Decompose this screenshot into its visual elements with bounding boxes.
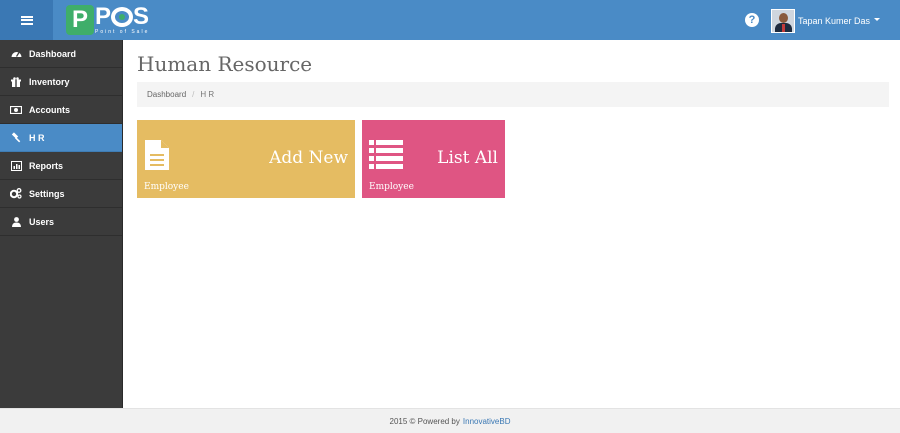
footer-text: 2015 © Powered by — [389, 416, 460, 426]
sidebar-item-label: Reports — [29, 160, 64, 171]
top-navbar: P PS Point of Sale ? Tapan Kumer Das — [0, 0, 900, 40]
sidebar-item-reports[interactable]: Reports — [0, 152, 122, 180]
logo-mark: P — [66, 5, 94, 35]
sidebar-item-label: Settings — [29, 188, 65, 199]
money-icon — [10, 104, 22, 116]
tile-title: Add New — [269, 148, 348, 168]
avatar — [771, 9, 795, 33]
footer: 2015 © Powered by InnovativeBD — [0, 408, 900, 433]
sidebar-item-label: Dashboard — [29, 48, 77, 59]
menu-toggle-button[interactable] — [0, 0, 53, 40]
sidebar-item-label: H R — [29, 132, 45, 143]
tile-subtitle: Employee — [144, 182, 189, 192]
breadcrumb-current: H R — [200, 90, 215, 99]
main-content: Human Resource Dashboard / H R Add New E… — [124, 40, 900, 408]
cogs-icon — [10, 188, 22, 200]
dashboard-icon — [10, 48, 22, 60]
sidebar: Dashboard Inventory Accounts H R Reports… — [0, 40, 123, 408]
hamburger-icon — [20, 15, 33, 25]
add-new-employee-tile[interactable]: Add New Employee — [137, 120, 355, 198]
caret-down-icon — [874, 18, 881, 21]
breadcrumb: Dashboard / H R — [137, 82, 889, 107]
sidebar-item-label: Users — [29, 216, 55, 227]
app-logo[interactable]: P PS Point of Sale — [66, 5, 149, 35]
user-name: Tapan Kumer Das — [798, 16, 871, 26]
sidebar-item-settings[interactable]: Settings — [0, 180, 122, 208]
sidebar-item-hr[interactable]: H R — [0, 124, 122, 152]
bar-chart-icon — [10, 160, 22, 172]
list-all-employee-tile[interactable]: List All Employee — [362, 120, 505, 198]
logo-tagline: Point of Sale — [95, 29, 150, 35]
list-icon — [369, 139, 403, 174]
tile-title: List All — [437, 148, 498, 168]
gift-icon — [10, 76, 22, 88]
sidebar-item-users[interactable]: Users — [0, 208, 122, 236]
breadcrumb-dashboard-link[interactable]: Dashboard — [147, 90, 186, 99]
user-icon — [10, 216, 22, 228]
sidebar-item-dashboard[interactable]: Dashboard — [0, 40, 122, 68]
page-title: Human Resource — [137, 52, 313, 76]
sidebar-item-label: Accounts — [29, 104, 71, 115]
sidebar-item-label: Inventory — [29, 76, 70, 87]
gavel-icon — [10, 132, 22, 144]
sidebar-item-inventory[interactable]: Inventory — [0, 68, 122, 96]
user-menu-dropdown[interactable]: Tapan Kumer Das — [771, 9, 881, 33]
logo-wordmark: PS — [95, 3, 150, 30]
breadcrumb-separator: / — [192, 90, 195, 99]
sidebar-item-accounts[interactable]: Accounts — [0, 96, 122, 124]
question-circle-icon[interactable]: ? — [745, 13, 759, 27]
file-text-icon — [144, 139, 170, 176]
footer-brand-link[interactable]: InnovativeBD — [463, 417, 511, 426]
tile-subtitle: Employee — [369, 182, 414, 192]
